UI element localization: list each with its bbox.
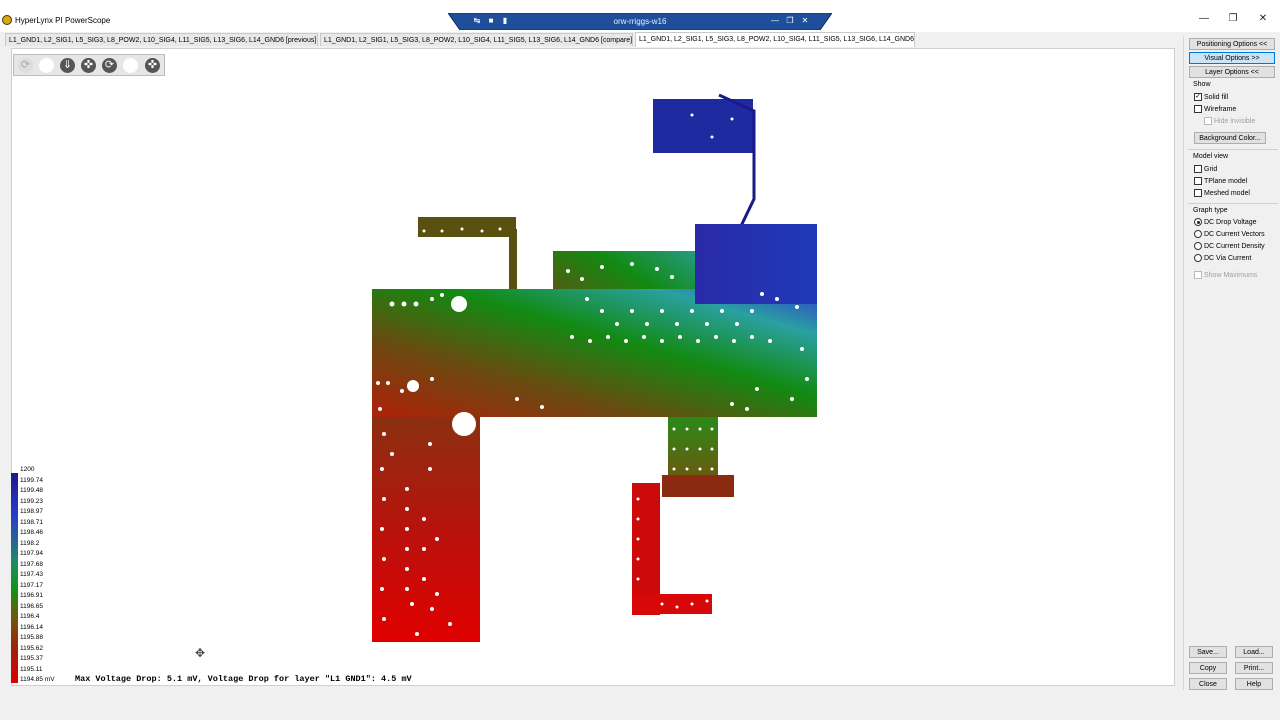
board-viewport[interactable] (11, 48, 1175, 686)
remote-close-icon[interactable]: ✕ (800, 16, 810, 26)
legend-label: 1198.2 (20, 539, 40, 547)
legend-label: 1198.46 (20, 529, 44, 536)
maximize-button[interactable]: ❐ (1223, 12, 1243, 26)
close-window-button[interactable]: ✕ (1253, 12, 1273, 26)
close-button[interactable]: Close (1189, 678, 1227, 690)
legend-label: 1198.71 (20, 518, 44, 526)
background-color-button[interactable]: Background Color... (1194, 132, 1266, 144)
show-group-title: Show (1193, 81, 1211, 88)
divider (1188, 149, 1278, 150)
plane-shapes (372, 93, 817, 642)
load-button[interactable]: Load... (1235, 646, 1273, 658)
legend-label: 1196.65 (20, 602, 44, 610)
fit-view-icon[interactable]: ✜ (145, 58, 160, 73)
legend-label: 1197.68 (20, 560, 44, 568)
legend-label: 1200 (20, 466, 35, 473)
legend-label: 1196.4 (20, 613, 40, 620)
minimize-button[interactable]: — (1194, 12, 1214, 26)
target-icon[interactable]: ✜ (81, 58, 96, 73)
copy-button[interactable]: Copy (1189, 662, 1227, 674)
legend-label: 1194.85 mV (20, 676, 55, 683)
move-cursor-icon: ✥ (195, 646, 206, 660)
blank-tool-icon[interactable] (123, 58, 138, 73)
visual-options-button[interactable]: Visual Options >> (1189, 52, 1275, 64)
wireframe-checkbox[interactable]: Wireframe (1194, 105, 1236, 113)
help-button[interactable]: Help (1235, 678, 1273, 690)
legend-label: 1199.74 (20, 476, 44, 484)
legend-label: 1196.91 (20, 592, 44, 599)
hide-invisible-checkbox: Hide invisible (1204, 117, 1255, 125)
window-title: HyperLynx PI PowerScope (15, 16, 111, 25)
tab-compare[interactable]: L1_GND1, L2_SIG1, L5_SIG3, L8_POW2, L10_… (320, 33, 633, 46)
remote-minimize-icon[interactable]: — (770, 16, 780, 26)
legend-label: 1198.97 (20, 508, 44, 515)
voltage-drop-status: Max Voltage Drop: 5.1 mV, Voltage Drop f… (75, 674, 412, 684)
legend-label: 1196.14 (20, 623, 44, 631)
dc-current-density-radio[interactable]: DC Current Density (1194, 242, 1265, 250)
legend-label: 1195.62 (20, 644, 44, 652)
refresh-icon[interactable]: ⟳ (102, 58, 117, 73)
solid-fill-checkbox[interactable]: ✓ Solid fill (1194, 93, 1228, 101)
model-view-title: Model view (1193, 153, 1229, 160)
divider (1188, 203, 1278, 204)
dc-current-vectors-radio[interactable]: DC Current Vectors (1194, 230, 1265, 238)
legend-label: 1195.37 (20, 655, 44, 662)
show-maximums-checkbox: Show Maximums (1194, 271, 1257, 279)
voltage-drop-map[interactable] (12, 49, 1174, 685)
legend-label: 1197.43 (20, 571, 44, 578)
grid-checkbox[interactable]: Grid (1194, 165, 1217, 173)
legend-label: 1197.94 (20, 550, 44, 557)
legend-label: 1199.23 (20, 497, 44, 505)
tplane-model-checkbox[interactable]: TPlane model (1194, 177, 1247, 185)
remote-restore-icon[interactable]: ❐ (785, 16, 795, 26)
bottom-strip (0, 690, 1280, 720)
app-logo-icon (2, 15, 12, 25)
rotate-icon[interactable]: ⟳ (18, 58, 33, 73)
legend-gradient (11, 473, 18, 683)
meshed-model-checkbox[interactable]: Meshed model (1194, 189, 1250, 197)
dc-via-current-radio[interactable]: DC Via Current (1194, 254, 1251, 262)
dc-drop-voltage-radio[interactable]: DC Drop Voltage (1194, 218, 1257, 226)
layer-options-button[interactable]: Layer Options << (1189, 66, 1275, 78)
options-panel: Positioning Options << Visual Options >>… (1183, 36, 1280, 690)
graph-type-title: Graph type (1193, 207, 1228, 214)
legend-label: 1199.48 (20, 487, 44, 494)
zoom-in-icon[interactable]: ⇓ (60, 58, 75, 73)
tab-previous[interactable]: L1_GND1, L2_SIG1, L5_SIG3, L8_POW2, L10_… (5, 33, 318, 46)
tab-current[interactable]: L1_GND1, L2_SIG1, L5_SIG3, L8_POW2, L10_… (635, 32, 915, 47)
legend-label: 1197.17 (20, 581, 44, 589)
legend-label: 1195.88 (20, 634, 44, 641)
print-button[interactable]: Print... (1235, 662, 1273, 674)
remote-connection-bar[interactable]: ↹ ■ ▮ orw-rriggs-w16 — ❐ ✕ (448, 13, 832, 30)
save-button[interactable]: Save... (1189, 646, 1227, 658)
legend-label: 1195.11 (20, 665, 43, 673)
view-toolbar: ⟳ ⇓ ✜ ⟳ ✜ (13, 54, 165, 76)
blank-tool-icon[interactable] (39, 58, 54, 73)
checkmark-icon: ✓ (1194, 93, 1202, 101)
positioning-options-button[interactable]: Positioning Options << (1189, 38, 1275, 50)
